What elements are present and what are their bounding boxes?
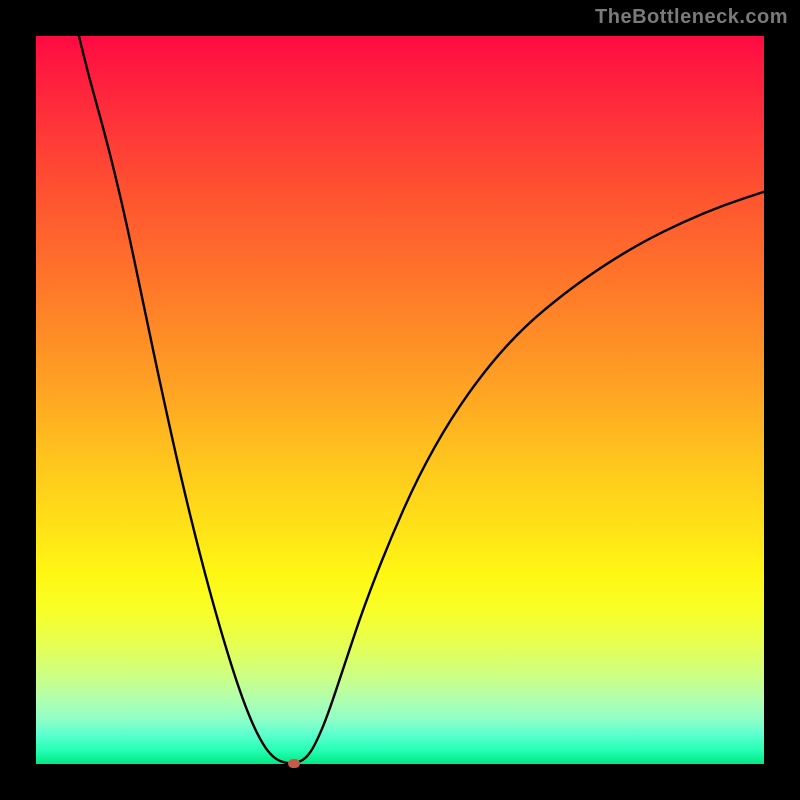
current-value-marker <box>288 759 300 768</box>
chart-area <box>36 36 764 764</box>
curve-path <box>79 36 764 764</box>
watermark-label: TheBottleneck.com <box>595 6 788 29</box>
bottleneck-curve <box>36 36 764 764</box>
